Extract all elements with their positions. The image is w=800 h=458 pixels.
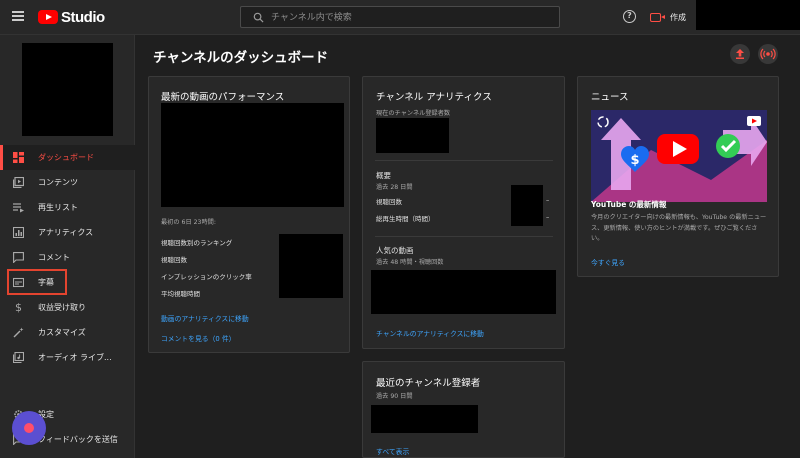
- live-broadcast-icon: [760, 48, 776, 60]
- popular-videos-redacted: [371, 270, 556, 314]
- sidebar-item-label: 収益受け取り: [38, 303, 86, 312]
- search-input[interactable]: [271, 10, 551, 25]
- sidebar-item-label: フィードバックを送信: [38, 435, 118, 444]
- sidebar-item-analytics[interactable]: アナリティクス: [0, 220, 135, 245]
- news-card: ニュース $ YouTube の最新情報 今月のクリエイター向けの最新情報も、Y…: [577, 76, 779, 277]
- go-live-button[interactable]: [758, 44, 778, 64]
- top-bar: Studio ? 作成: [0, 0, 800, 35]
- upload-button[interactable]: [730, 44, 750, 64]
- upload-icon: [736, 49, 744, 59]
- sidebar-item-earn[interactable]: $ 収益受け取り: [0, 295, 135, 320]
- sidebar-item-customize[interactable]: カスタマイズ: [0, 320, 135, 345]
- sidebar-item-label: アナリティクス: [38, 228, 94, 237]
- sidebar-item-label: 再生リスト: [38, 203, 78, 212]
- sidebar-item-content[interactable]: コンテンツ: [0, 170, 135, 195]
- subtitles-highlight-box: [7, 269, 67, 295]
- news-thumbnail[interactable]: $: [591, 110, 767, 202]
- card-title: ニュース: [591, 92, 629, 103]
- logo-text: Studio: [61, 8, 105, 26]
- latest-video-card: 最新の動画のパフォーマンス 最初の 6日 23時間: 視聴回数別のランキング 視…: [148, 76, 350, 353]
- create-button[interactable]: 作成: [650, 10, 686, 24]
- sidebar-item-label: コメント: [38, 253, 70, 262]
- card-title: 最新の動画のパフォーマンス: [161, 92, 285, 103]
- metric-ctr: インプレッションのクリック率: [161, 273, 252, 281]
- card-title: 最近のチャンネル登録者: [376, 378, 481, 389]
- youtube-logo-icon: [38, 10, 58, 24]
- elapsed-period: 最初の 6日 23時間:: [161, 219, 216, 226]
- magic-wand-icon: [13, 327, 24, 338]
- search-box[interactable]: [240, 6, 560, 28]
- svg-text:$: $: [630, 153, 639, 168]
- audio-library-icon: [13, 352, 24, 363]
- channel-analytics-link[interactable]: チャンネルのアナリティクスに移動: [376, 328, 484, 338]
- subscribers-period: 過去 90 日間: [376, 393, 413, 400]
- sidebar-item-comments[interactable]: コメント: [0, 245, 135, 270]
- card-title: チャンネル アナリティクス: [376, 92, 492, 103]
- metric-avg-view-duration: 平均視聴時間: [161, 290, 200, 298]
- playlist-icon: [13, 203, 24, 213]
- comment-icon: [13, 252, 24, 263]
- channel-analytics-card: チャンネル アナリティクス 現在のチャンネル登録者数 概要 過去 28 日間 視…: [362, 76, 565, 349]
- news-illustration: $: [591, 110, 767, 202]
- video-thumbnail[interactable]: [161, 103, 344, 207]
- sidebar-item-playlists[interactable]: 再生リスト: [0, 195, 135, 220]
- summary-period: 過去 28 日間: [376, 184, 413, 191]
- view-comments-link[interactable]: コメントを見る（0 件）: [161, 333, 235, 343]
- watchtime-label: 総再生時間（時間）: [376, 215, 435, 223]
- sidebar-item-dashboard[interactable]: ダッシュボード: [0, 145, 135, 170]
- help-icon[interactable]: ?: [623, 10, 636, 23]
- news-headline: YouTube の最新情報: [591, 200, 667, 209]
- metric-ranking: 視聴回数別のランキング: [161, 239, 233, 247]
- watch-now-link[interactable]: 今すぐ見る: [591, 257, 625, 267]
- popular-title: 人気の動画: [376, 246, 414, 255]
- content-icon: [13, 177, 24, 188]
- video-analytics-link[interactable]: 動画のアナリティクスに移動: [161, 313, 249, 323]
- subscriber-count-redacted: [376, 118, 449, 153]
- sidebar: ダッシュボード コンテンツ 再生リスト アナリティクス コメント 字幕 $ 収益…: [0, 35, 135, 458]
- create-label: 作成: [670, 12, 686, 22]
- menu-icon[interactable]: [12, 11, 24, 21]
- studio-logo[interactable]: Studio: [38, 8, 105, 26]
- see-all-link[interactable]: すべて表示: [376, 446, 409, 456]
- sidebar-item-label: オーディオ ライブ...: [38, 353, 112, 362]
- sidebar-item-label: コンテンツ: [38, 178, 78, 187]
- floating-record-button[interactable]: [12, 411, 46, 445]
- divider: [375, 236, 553, 237]
- sidebar-item-label: ダッシュボード: [38, 153, 94, 162]
- summary-title: 概要: [376, 171, 391, 180]
- dollar-icon: $: [15, 301, 22, 314]
- channel-avatar[interactable]: [22, 43, 113, 136]
- subscribers-label: 現在のチャンネル登録者数: [376, 110, 451, 117]
- video-camera-icon: [650, 12, 665, 22]
- metric-views: 視聴回数: [161, 256, 187, 264]
- account-avatar[interactable]: [696, 0, 800, 30]
- views-value: –: [546, 196, 550, 204]
- dashboard-icon: [13, 152, 24, 163]
- watchtime-value: –: [546, 213, 550, 221]
- sidebar-item-audio-library[interactable]: オーディオ ライブ...: [0, 345, 135, 370]
- metric-values-redacted: [279, 234, 343, 298]
- page-title: チャンネルのダッシュボード: [153, 50, 329, 66]
- views-label: 視聴回数: [376, 198, 402, 206]
- summary-values-redacted: [511, 185, 543, 226]
- recent-subscribers-card: 最近のチャンネル登録者 過去 90 日間 すべて表示: [362, 361, 565, 458]
- popular-period: 過去 48 時間・視聴回数: [376, 259, 444, 266]
- analytics-icon: [13, 227, 24, 238]
- search-icon: [253, 12, 264, 23]
- news-body: 今月のクリエイター向けの最新情報も、YouTube の最新ニュース、更新情報、使…: [591, 214, 767, 242]
- divider: [375, 160, 553, 161]
- sidebar-item-label: カスタマイズ: [38, 328, 86, 337]
- subscribers-list-redacted: [371, 405, 478, 433]
